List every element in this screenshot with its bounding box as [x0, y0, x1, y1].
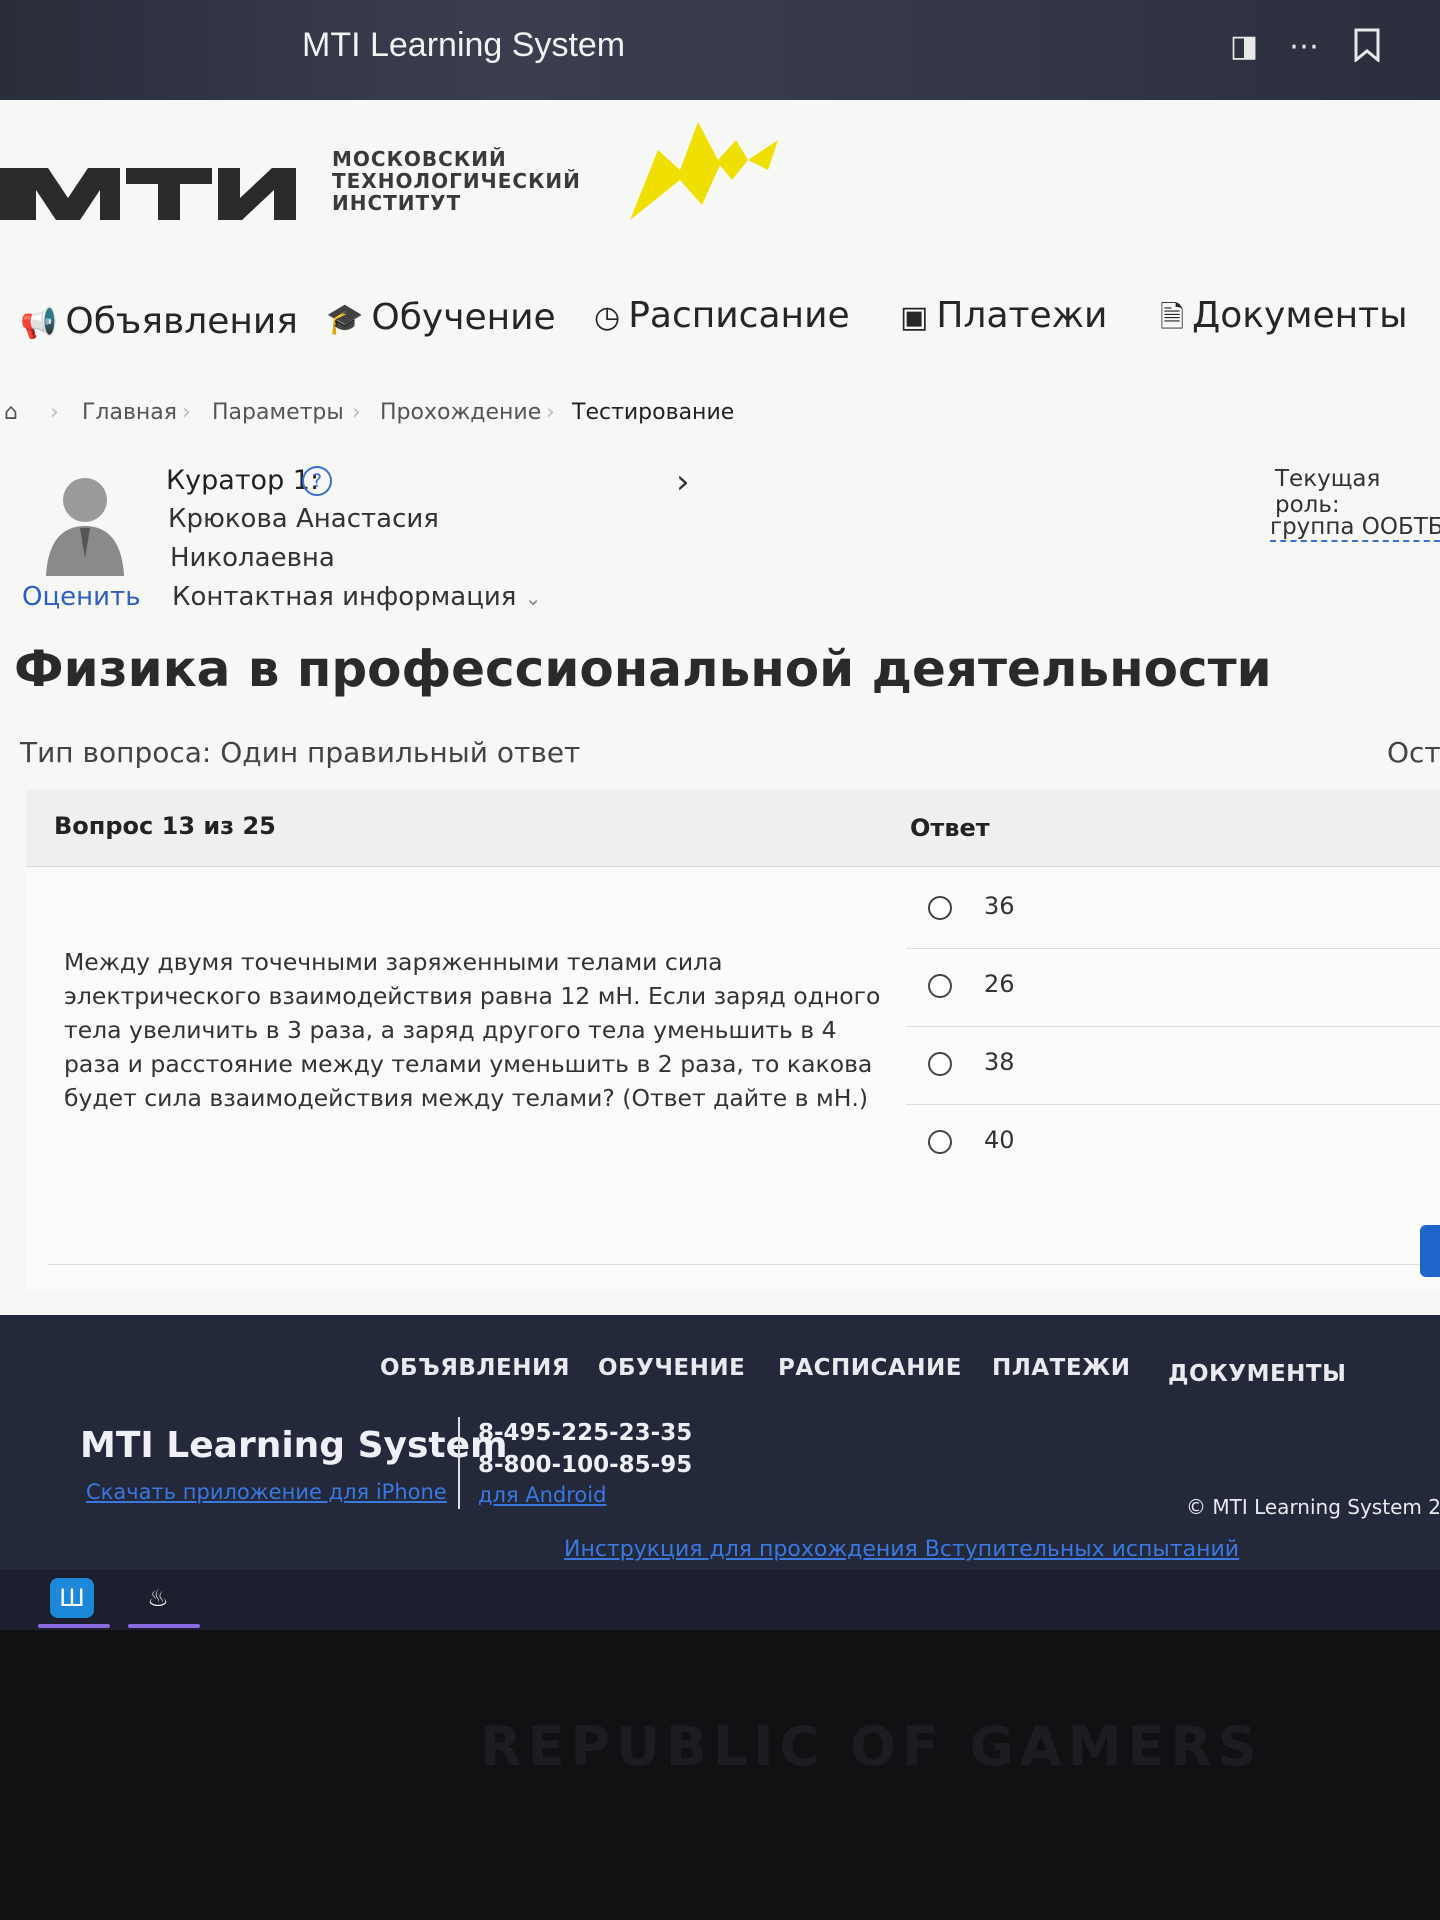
home-icon[interactable]: ⌂ [4, 400, 18, 425]
breadcrumb-separator-icon: › [50, 400, 59, 425]
breadcrumb-separator-icon: › [182, 400, 191, 425]
breadcrumb-parameters[interactable]: Параметры [212, 400, 344, 425]
os-taskbar: Ш ♨ [0, 1570, 1440, 1630]
iphone-app-link[interactable]: Скачать приложение для iPhone [86, 1480, 447, 1504]
more-options-icon[interactable]: ⋯ [1285, 28, 1323, 66]
breadcrumb-home[interactable]: Главная [82, 400, 177, 425]
breadcrumb-separator-icon: › [546, 400, 555, 425]
nav-documents[interactable]: 🗎 Документы [1160, 295, 1408, 346]
answer-value: 38 [984, 1048, 1015, 1076]
contact-info-toggle[interactable]: Контактная информация ⌄ [172, 582, 541, 612]
question-number: Вопрос 13 из 25 [54, 812, 276, 840]
answer-value: 36 [984, 892, 1015, 920]
current-role-label: Текущая роль: [1275, 466, 1381, 518]
logo-lightning-mark [630, 122, 778, 220]
footer-nav-schedule[interactable]: РАСПИСАНИЕ [778, 1355, 962, 1381]
radio-button[interactable] [928, 974, 952, 998]
nav-schedule[interactable]: ◷ Расписание [594, 295, 850, 336]
radio-button[interactable] [928, 1130, 952, 1154]
remaining-label: Оста [1387, 736, 1440, 769]
mti-logo[interactable] [0, 150, 320, 234]
footer-nav-documents[interactable]: ДОКУМЕНТЫ [1168, 1361, 1346, 1387]
answer-option[interactable]: 38 [906, 1026, 1440, 1105]
answer-option[interactable]: 40 [906, 1104, 1440, 1182]
curator-avatar [46, 478, 124, 576]
current-role-selector[interactable]: группа ООБТБ-2 [1270, 514, 1440, 542]
answer-header: Ответ [910, 814, 990, 842]
chevron-down-icon: ⌄ [524, 586, 542, 610]
help-icon[interactable]: ? [302, 466, 332, 496]
active-app-indicator [128, 1624, 200, 1628]
footer-nav-payments[interactable]: ПЛАТЕЖИ [992, 1355, 1130, 1381]
curator-title: Куратор 1: [166, 465, 320, 496]
answer-value: 26 [984, 970, 1015, 998]
nav-learning[interactable]: 🎓 Обучение [326, 297, 556, 338]
copyright: © MTI Learning System 2020 [1186, 1495, 1440, 1519]
nav-payments[interactable]: ▣ Платежи [900, 295, 1107, 336]
table-divider [48, 1264, 1440, 1265]
main-nav: 📢 Объявления 🎓 Обучение ◷ Расписание ▣ Плате… [0, 295, 1440, 365]
breadcrumb-progress[interactable]: Прохождение [380, 400, 541, 425]
phone-number[interactable]: 8-495-225-23-35 [478, 1420, 692, 1446]
breadcrumb-separator-icon: › [352, 400, 361, 425]
answer-option[interactable]: 26 [906, 948, 1440, 1027]
question-text: Между двумя точечными заряженными телами… [64, 948, 881, 1112]
next-question-button[interactable] [1420, 1225, 1440, 1277]
laptop-bezel: REPUBLIC OF GAMERS [0, 1630, 1440, 1920]
clock-icon: ◷ [594, 300, 621, 335]
document-icon: 🗎 [1160, 300, 1185, 335]
money-icon: ▣ [900, 300, 929, 335]
page-content: МОСКОВСКИЙ ТЕХНОЛОГИЧЕСКИЙ ИНСТИТУТ 📢 Объ… [0, 100, 1440, 1315]
app-icon[interactable]: Ш [50, 1578, 94, 1618]
browser-title-bar: MTI Learning System ◨ ⋯ [0, 0, 1440, 100]
active-app-indicator [38, 1624, 110, 1628]
question-table: Вопрос 13 из 25 Ответ Между двумя точечн… [26, 790, 1440, 1290]
chevron-right-icon[interactable]: › [676, 462, 690, 502]
bookmark-icon[interactable] [1348, 28, 1386, 66]
radio-button[interactable] [928, 896, 952, 920]
curator-name: Крюкова Анастасия [168, 504, 439, 534]
logo-text: МОСКОВСКИЙ ТЕХНОЛОГИЧЕСКИЙ ИНСТИТУТ [332, 147, 581, 215]
steam-icon[interactable]: ♨ [136, 1578, 180, 1618]
page-title: Физика в профессиональной деятельности [14, 640, 1272, 698]
answer-value: 40 [984, 1126, 1015, 1154]
bezel-brand-text: REPUBLIC OF GAMERS [480, 1715, 1263, 1778]
radio-button[interactable] [928, 1052, 952, 1076]
footer-divider [458, 1417, 460, 1509]
answer-option[interactable]: 36 [906, 870, 1440, 949]
footer-brand: MTI Learning System [80, 1425, 508, 1466]
question-type: Тип вопроса: Один правильный ответ [20, 736, 581, 769]
rate-curator-link[interactable]: Оценить [22, 582, 141, 612]
graduation-cap-icon: 🎓 [326, 302, 364, 337]
breadcrumb-testing: Тестирование [572, 400, 735, 425]
phone-number[interactable]: 8-800-100-85-95 [478, 1452, 692, 1478]
translate-icon[interactable]: ◨ [1225, 28, 1263, 66]
nav-announcements[interactable]: 📢 Объявления [20, 301, 298, 342]
megaphone-icon: 📢 [20, 306, 58, 341]
curator-patronymic: Николаевна [170, 543, 335, 573]
browser-tab-title: MTI Learning System [302, 26, 626, 64]
android-app-link[interactable]: для Android [478, 1483, 606, 1507]
question-table-header: Вопрос 13 из 25 Ответ [26, 790, 1440, 867]
footer-nav-learning[interactable]: ОБУЧЕНИЕ [598, 1355, 745, 1381]
footer-nav-announcements[interactable]: ОБЪЯВЛЕНИЯ [380, 1355, 570, 1381]
instructions-link[interactable]: Инструкция для прохождения Вступительных… [564, 1537, 1239, 1562]
